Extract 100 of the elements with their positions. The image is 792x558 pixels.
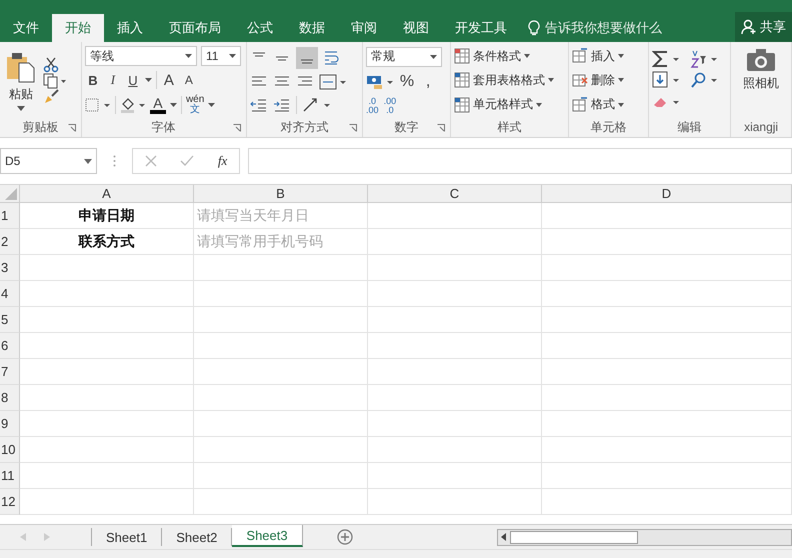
borders-icon[interactable] [84,98,111,112]
column-header[interactable]: B [194,185,368,203]
merge-center-icon[interactable] [318,74,347,90]
cells-menu-button[interactable]: 删除 [572,69,646,92]
ribbon-tab[interactable]: 页面布局 [156,14,234,42]
table-cell[interactable] [194,281,368,307]
table-cell[interactable] [20,411,194,437]
table-cell[interactable] [542,281,792,307]
text-orientation-icon[interactable] [302,97,332,114]
row-header[interactable]: 11 [0,463,20,489]
increase-indent-icon[interactable] [272,98,291,112]
table-cell[interactable] [20,463,194,489]
drag-handle-icon[interactable] [113,155,116,167]
table-cell[interactable] [20,307,194,333]
ribbon-tab[interactable]: 数据 [286,14,338,42]
table-cell[interactable] [194,463,368,489]
decrease-decimal-button[interactable]: .00 .0 [384,96,396,114]
checkmark-icon[interactable] [180,155,194,167]
sum-icon[interactable] [652,50,680,68]
table-cell[interactable] [368,255,542,281]
dialog-launcher-icon[interactable] [436,124,445,132]
formula-input[interactable] [248,148,792,174]
fill-bucket-icon[interactable] [120,96,146,113]
table-cell[interactable] [194,307,368,333]
comma-button[interactable]: , [420,72,436,92]
search-icon[interactable] [690,71,718,90]
table-cell[interactable] [542,385,792,411]
scrollbar-thumb[interactable] [510,530,638,544]
row-header[interactable]: 5 [0,307,20,333]
table-cell[interactable] [194,333,368,359]
row-header[interactable]: 4 [0,281,20,307]
table-cell[interactable] [194,359,368,385]
table-cell[interactable] [20,385,194,411]
table-cell[interactable] [542,437,792,463]
share-button[interactable]: 共享 [735,12,792,42]
ribbon-tab[interactable]: 公式 [234,14,286,42]
table-cell[interactable] [20,281,194,307]
style-menu-button[interactable]: 单元格样式 [454,94,566,116]
table-cell[interactable]: 申请日期 [20,203,194,229]
table-cell[interactable] [542,333,792,359]
cancel-icon[interactable] [144,155,157,167]
font-size-dropdown[interactable]: 11 [200,46,241,66]
cells-menu-button[interactable]: 格式 [572,94,646,116]
style-menu-button[interactable]: 套用表格格式 [454,69,566,92]
sheet-tab[interactable]: Sheet3 [232,525,303,547]
table-cell[interactable] [368,229,542,255]
table-cell[interactable] [194,411,368,437]
column-header[interactable]: A [20,185,194,203]
italic-button[interactable]: I [104,70,121,90]
table-cell[interactable] [20,437,194,463]
scissors-icon[interactable] [43,56,59,72]
table-cell[interactable] [368,489,542,515]
underline-button[interactable]: U [124,70,141,90]
table-cell[interactable] [368,437,542,463]
camera-button[interactable]: 照相机 [741,44,782,117]
tell-me-search[interactable]: 告诉我你想要做什么 [520,14,670,42]
insert-function-button[interactable]: fx [218,153,228,169]
column-header[interactable]: C [368,185,542,203]
table-cell[interactable] [368,359,542,385]
table-cell[interactable] [20,255,194,281]
font-name-dropdown[interactable]: 等线 [84,46,197,66]
dialog-launcher-icon[interactable] [68,124,76,132]
row-header[interactable]: 8 [0,385,20,411]
table-cell[interactable] [542,463,792,489]
horizontal-scrollbar[interactable] [497,528,792,546]
bold-button[interactable]: B [84,70,101,90]
table-cell[interactable] [542,255,792,281]
add-sheet-icon[interactable] [336,529,353,545]
row-header[interactable]: 9 [0,411,20,437]
decrease-indent-icon[interactable] [250,98,268,112]
row-header[interactable]: 2 [0,229,20,255]
table-cell[interactable] [542,229,792,255]
ribbon-tab[interactable]: 插入 [104,14,156,42]
table-cell[interactable] [20,333,194,359]
increase-font-button[interactable]: A [160,70,177,90]
row-header[interactable]: 3 [0,255,20,281]
caret-icon[interactable] [144,78,152,82]
table-cell[interactable]: 联系方式 [20,229,194,255]
table-cell[interactable] [542,203,792,229]
percent-button[interactable]: % [399,72,416,92]
table-cell[interactable] [194,255,368,281]
name-box[interactable]: D5 [0,148,97,174]
scroll-left-icon[interactable] [20,533,26,541]
table-cell[interactable] [542,359,792,385]
style-menu-button[interactable]: 条件格式 [454,45,566,68]
caret-icon[interactable] [208,102,216,107]
row-header[interactable]: 10 [0,437,20,463]
align-bottom-icon[interactable] [296,46,318,69]
currency-icon[interactable] [366,74,394,90]
dialog-launcher-icon[interactable] [232,124,241,132]
table-cell[interactable] [368,281,542,307]
ribbon-tab[interactable]: 文件 [0,14,52,42]
paste-button[interactable]: 粘贴 [3,46,39,114]
table-cell[interactable] [368,333,542,359]
ribbon-tab[interactable]: 开发工具 [442,14,520,42]
caret-icon[interactable] [170,102,177,107]
dialog-launcher-icon[interactable] [349,124,358,132]
font-color-button[interactable]: A [150,96,166,114]
table-cell[interactable] [368,411,542,437]
select-all-corner[interactable] [0,185,20,203]
